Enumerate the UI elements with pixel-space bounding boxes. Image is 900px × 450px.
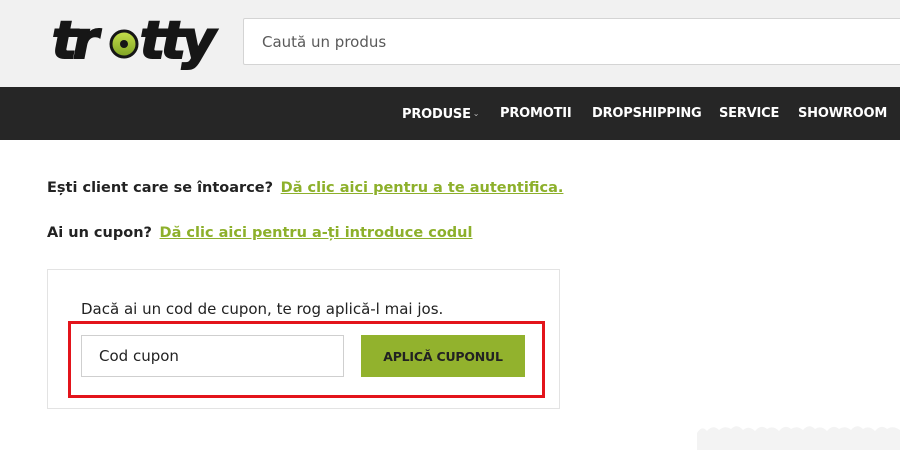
nav-item-label: PRODUSE [402, 107, 471, 122]
nav-item-promotii[interactable]: PROMOTII [500, 87, 572, 140]
coupon-note: Dacă ai un cod de cupon, te rog aplică-l… [81, 300, 444, 318]
svg-text:tty: tty [140, 11, 218, 71]
torn-paper-decoration [697, 426, 900, 450]
chevron-down-icon: ⌄ [472, 109, 480, 118]
returning-prompt: Ești client care se întoarce? [47, 180, 274, 196]
site-header: tr tty [0, 0, 900, 87]
login-link[interactable]: Dă clic aici pentru a te autentifica. [281, 180, 564, 196]
nav-item-produse[interactable]: PRODUSE ⌄ [402, 87, 479, 140]
coupon-prompt: Ai un cupon? [47, 225, 152, 241]
coupon-notice: Ai un cupon? Dă clic aici pentru a-ți in… [47, 225, 472, 241]
nav-item-service[interactable]: SERVICE [719, 87, 779, 140]
nav-item-showroom[interactable]: SHOWROOM [798, 87, 887, 140]
svg-text:tr: tr [52, 11, 102, 71]
main-nav: PRODUSE ⌄ PROMOTII DROPSHIPPING SERVICE S… [0, 87, 900, 140]
nav-item-dropshipping[interactable]: DROPSHIPPING [592, 87, 702, 140]
show-coupon-link[interactable]: Dă clic aici pentru a-ți introduce codul [160, 225, 473, 241]
search-input[interactable] [243, 18, 900, 65]
returning-customer-notice: Ești client care se întoarce? Dă clic ai… [47, 180, 563, 196]
apply-coupon-button[interactable]: APLICĂ CUPONUL [361, 335, 525, 377]
coupon-code-input[interactable] [81, 335, 344, 377]
trotty-logo[interactable]: tr tty [50, 8, 225, 78]
